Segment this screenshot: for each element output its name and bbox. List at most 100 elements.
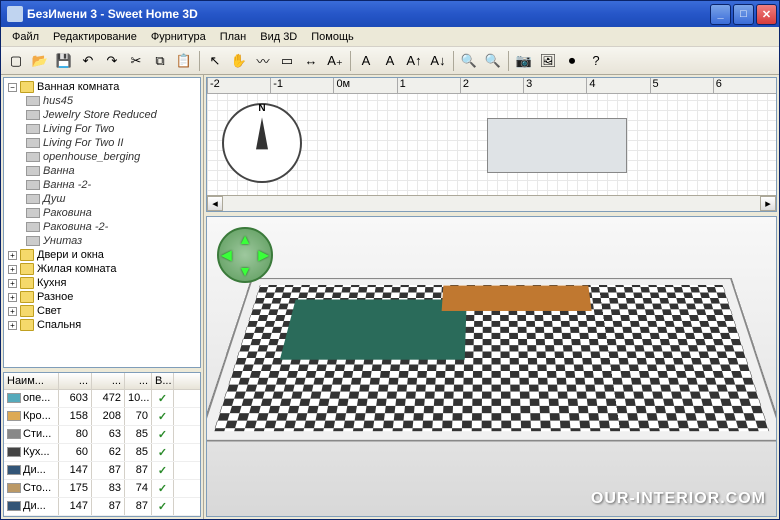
minimize-button[interactable]: _	[710, 4, 731, 25]
tree-folder[interactable]: +Разное	[8, 290, 198, 304]
tree-folder[interactable]: +Жилая комната	[8, 262, 198, 276]
decrease-icon[interactable]: A↓	[427, 50, 449, 72]
tree-folder[interactable]: +Двери и окна	[8, 248, 198, 262]
tree-item[interactable]: Унитаз	[26, 234, 198, 248]
furniture-table[interactable]: Наим... ... ... ... В... опе...60347210.…	[3, 372, 201, 517]
nav-down-icon[interactable]: ▼	[238, 263, 252, 279]
scroll-right-icon[interactable]: ▸	[760, 196, 776, 211]
expand-icon[interactable]: +	[8, 265, 17, 274]
zoom-out-icon[interactable]: 🔍	[482, 50, 504, 72]
collapse-icon[interactable]: −	[8, 83, 17, 92]
col-depth[interactable]: ...	[92, 373, 125, 389]
dimension-icon[interactable]: ↔	[300, 50, 322, 72]
new-icon[interactable]: ▢	[5, 50, 27, 72]
col-visible[interactable]: В...	[152, 373, 174, 389]
menu-file[interactable]: Файл	[5, 29, 46, 45]
help-icon[interactable]: ?	[585, 50, 607, 72]
table-row[interactable]: Ди...1478787✓	[4, 498, 200, 516]
tree-root-folder[interactable]: − Ванная комната	[8, 80, 198, 94]
text-bold-icon[interactable]: A	[355, 50, 377, 72]
menubar: Файл Редактирование Фурнитура План Вид 3…	[1, 27, 779, 47]
check-icon[interactable]: ✓	[158, 447, 167, 459]
plan-view-2d[interactable]: -2-10м123456 ◂ ▸	[206, 77, 777, 212]
folder-icon	[20, 249, 34, 261]
text-icon[interactable]: A₊	[324, 50, 346, 72]
check-icon[interactable]: ✓	[158, 501, 167, 513]
nav-up-icon[interactable]: ▲	[238, 231, 252, 247]
room-icon[interactable]: ▭	[276, 50, 298, 72]
wall-icon[interactable]: 〰	[252, 50, 274, 72]
check-icon[interactable]: ✓	[158, 429, 167, 441]
col-name[interactable]: Наим...	[4, 373, 59, 389]
tree-item[interactable]: Living For Two	[26, 122, 198, 136]
expand-icon[interactable]: +	[8, 293, 17, 302]
check-icon[interactable]: ✓	[158, 393, 167, 405]
table-row[interactable]: Ди...1478787✓	[4, 462, 200, 480]
nav-left-icon[interactable]: ◀	[221, 247, 232, 264]
check-icon[interactable]: ✓	[158, 483, 167, 495]
furniture-icon	[26, 152, 40, 162]
col-width[interactable]: ...	[59, 373, 92, 389]
item-icon	[7, 501, 21, 511]
col-height[interactable]: ...	[125, 373, 152, 389]
redo-icon[interactable]: ↷	[101, 50, 123, 72]
undo-icon[interactable]: ↶	[77, 50, 99, 72]
copy-icon[interactable]: ⧉	[149, 50, 171, 72]
scroll-left-icon[interactable]: ◂	[207, 196, 223, 211]
expand-icon[interactable]: +	[8, 307, 17, 316]
table-row[interactable]: опе...60347210...✓	[4, 390, 200, 408]
close-button[interactable]: ✕	[756, 4, 777, 25]
expand-icon[interactable]: +	[8, 251, 17, 260]
save-icon[interactable]: 💾	[53, 50, 75, 72]
tree-item[interactable]: openhouse_berging	[26, 150, 198, 164]
menu-edit[interactable]: Редактирование	[46, 29, 144, 45]
tree-item[interactable]: Living For Two II	[26, 136, 198, 150]
scroll-track[interactable]	[223, 196, 760, 211]
table-row[interactable]: Кух...606285✓	[4, 444, 200, 462]
menu-furniture[interactable]: Фурнитура	[144, 29, 213, 45]
navigation-pad[interactable]: ▲ ▼ ◀ ▶	[217, 227, 273, 283]
tree-folder[interactable]: +Свет	[8, 304, 198, 318]
catalog-tree[interactable]: − Ванная комната hus45Jewelry Store Redu…	[3, 77, 201, 368]
compass-icon[interactable]	[222, 103, 302, 183]
plan-model-preview[interactable]	[487, 118, 627, 173]
tree-item[interactable]: Ванна -2-	[26, 178, 198, 192]
paste-icon[interactable]: 📋	[173, 50, 195, 72]
check-icon[interactable]: ✓	[158, 411, 167, 423]
cut-icon[interactable]: ✂	[125, 50, 147, 72]
tree-item[interactable]: Раковина	[26, 206, 198, 220]
menu-view3d[interactable]: Вид 3D	[253, 29, 304, 45]
titlebar[interactable]: БезИмени 3 - Sweet Home 3D _ □ ✕	[1, 1, 779, 27]
view-3d[interactable]: ▲ ▼ ◀ ▶ OUR-INTERIOR.COM	[206, 216, 777, 517]
tree-folder[interactable]: +Кухня	[8, 276, 198, 290]
photo-icon[interactable]: 🖼	[537, 50, 559, 72]
tree-item[interactable]: Раковина -2-	[26, 220, 198, 234]
select-icon[interactable]: ↖	[204, 50, 226, 72]
tree-item[interactable]: Ванна	[26, 164, 198, 178]
increase-icon[interactable]: A↑	[403, 50, 425, 72]
pan-icon[interactable]: ✋	[228, 50, 250, 72]
zoom-in-icon[interactable]: 🔍	[458, 50, 480, 72]
tree-folder[interactable]: +Спальня	[8, 318, 198, 332]
item-icon	[7, 465, 21, 475]
tree-item[interactable]: Jewelry Store Reduced	[26, 108, 198, 122]
tree-item[interactable]: hus45	[26, 94, 198, 108]
check-icon[interactable]: ✓	[158, 465, 167, 477]
expand-icon[interactable]: +	[8, 279, 17, 288]
menu-help[interactable]: Помощь	[304, 29, 361, 45]
record-icon[interactable]: ⏺	[561, 50, 583, 72]
table-row[interactable]: Сти...806385✓	[4, 426, 200, 444]
maximize-button[interactable]: □	[733, 4, 754, 25]
open-icon[interactable]: 📂	[29, 50, 51, 72]
expand-icon[interactable]: +	[8, 321, 17, 330]
camera-icon[interactable]: 📷	[513, 50, 535, 72]
tree-item[interactable]: Душ	[26, 192, 198, 206]
furniture-icon	[26, 138, 40, 148]
menu-plan[interactable]: План	[213, 29, 254, 45]
table-row[interactable]: Сто...1758374✓	[4, 480, 200, 498]
table-row[interactable]: Кро...15820870✓	[4, 408, 200, 426]
horizontal-scrollbar[interactable]: ◂ ▸	[207, 195, 776, 211]
table-header[interactable]: Наим... ... ... ... В...	[4, 373, 200, 390]
nav-right-icon[interactable]: ▶	[258, 247, 269, 264]
text-italic-icon[interactable]: A	[379, 50, 401, 72]
